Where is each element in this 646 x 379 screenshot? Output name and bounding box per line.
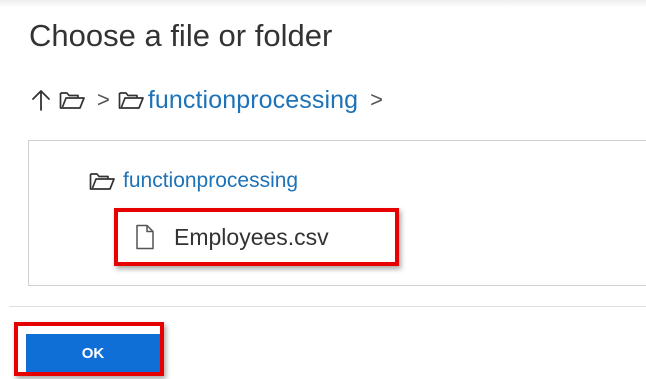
file-label: Employees.csv (174, 223, 329, 250)
folder-icon (87, 170, 117, 192)
file-icon (132, 223, 158, 251)
tree-folder-label: functionprocessing (123, 169, 299, 192)
breadcrumb-folder-link[interactable]: functionprocessing (148, 86, 358, 115)
breadcrumb: > functionprocessing > (29, 82, 383, 118)
up-arrow-icon[interactable] (29, 87, 53, 113)
footer-divider (9, 306, 646, 307)
folder-icon (116, 88, 146, 112)
file-chooser-dialog: Choose a file or folder > functionproces… (0, 0, 646, 379)
tree-file-item[interactable]: Employees.csv (114, 208, 399, 266)
ok-button[interactable]: OK (26, 334, 160, 372)
top-shadow (0, 0, 646, 8)
folder-icon[interactable] (57, 88, 87, 112)
breadcrumb-separator-trailing: > (370, 87, 383, 112)
dialog-title: Choose a file or folder (29, 18, 333, 53)
tree-folder-item[interactable]: functionprocessing (87, 169, 298, 193)
breadcrumb-separator: > (97, 87, 110, 112)
